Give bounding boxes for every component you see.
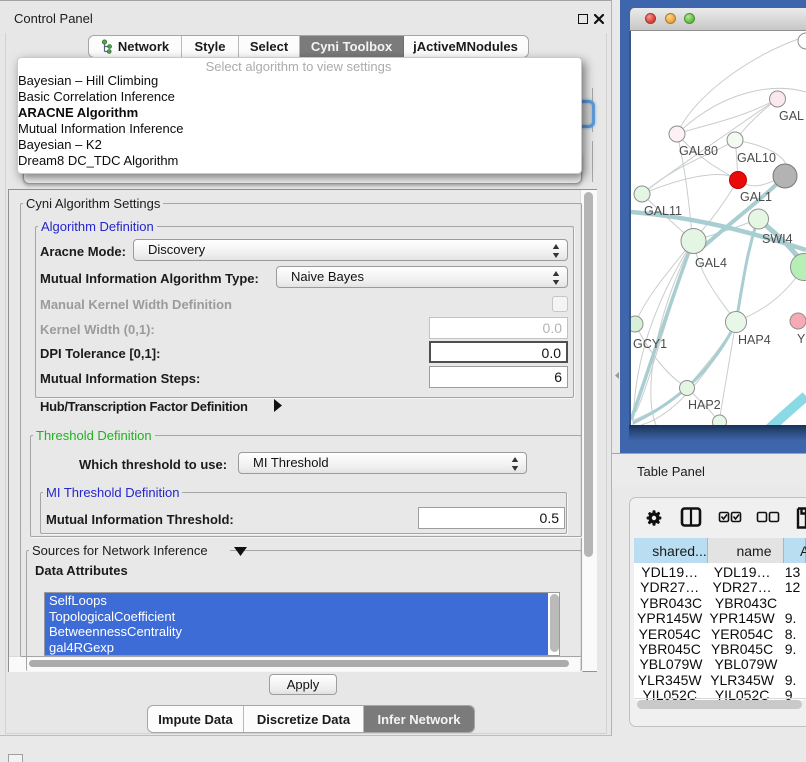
svg-text:GAL11: GAL11 <box>644 204 682 218</box>
svg-text:GAL1: GAL1 <box>740 190 772 204</box>
svg-text:GAL80: GAL80 <box>679 144 718 158</box>
svg-text:SWI4: SWI4 <box>762 232 793 246</box>
svg-text:GAL10: GAL10 <box>737 151 776 165</box>
svg-text:Y: Y <box>797 332 806 346</box>
svg-text:HAP2: HAP2 <box>688 398 721 412</box>
svg-text:HAP4: HAP4 <box>738 333 771 347</box>
svg-text:GAL: GAL <box>779 109 804 123</box>
svg-text:GCY1: GCY1 <box>633 337 667 351</box>
svg-text:GAL4: GAL4 <box>695 256 727 270</box>
